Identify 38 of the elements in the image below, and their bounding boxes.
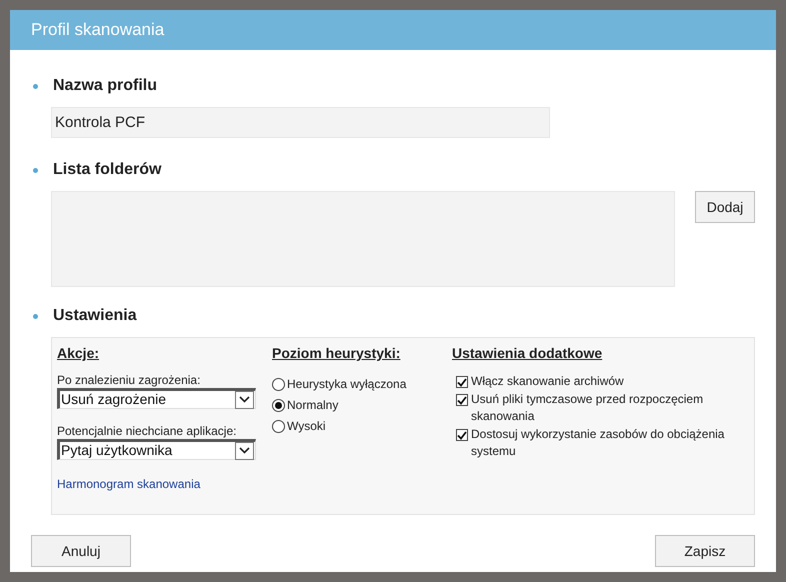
radio-option[interactable]: Heurystyka wyłączona xyxy=(272,375,406,393)
dropdown-arrow-button[interactable] xyxy=(235,390,254,408)
column-heading: Ustawienia dodatkowe xyxy=(452,344,602,363)
bullet-icon xyxy=(33,168,38,172)
checkbox-label: Dostosuj wykorzystanie zasobów do obciążenia systemu xyxy=(471,426,726,460)
checkbox-label: Usuń pliki tymczasowe przed rozpoczęciem skanowania xyxy=(471,391,704,425)
checkbox[interactable] xyxy=(456,376,468,388)
dialog-title: Profil skanowania xyxy=(31,19,164,42)
radio-button[interactable] xyxy=(272,420,285,432)
radio-option[interactable]: Wysoki xyxy=(272,417,326,435)
cancel-button[interactable]: Anuluj xyxy=(31,535,131,567)
checkmark-icon xyxy=(457,430,467,440)
radio-button[interactable] xyxy=(272,378,285,390)
chevron-down-icon xyxy=(239,447,250,454)
chevron-down-icon xyxy=(239,396,250,403)
dropdown-arrow-button[interactable] xyxy=(235,442,254,460)
save-button[interactable]: Zapisz xyxy=(655,535,755,567)
bullet-icon xyxy=(33,84,38,88)
dropdown-label: Potencjalnie niechciane aplikacje: xyxy=(57,424,238,439)
dropdown[interactable]: Pytaj użytkownika xyxy=(57,439,256,460)
checkbox[interactable] xyxy=(456,394,468,406)
profile-name-field[interactable]: Kontrola PCF xyxy=(51,107,550,138)
column-heading: Akcje: xyxy=(57,344,100,363)
dropdown-value: Usuń zagrożenie xyxy=(60,390,166,409)
schedule-link[interactable]: Harmonogram skanowania xyxy=(57,475,200,493)
radio-option[interactable]: Normalny xyxy=(272,396,338,414)
section-heading: Nazwa profilu xyxy=(53,76,158,96)
checkbox[interactable] xyxy=(456,429,468,441)
bullet-icon xyxy=(33,314,38,318)
checkbox-label: Włącz skanowanie archiwów xyxy=(471,373,624,390)
dropdown-value: Pytaj użytkownika xyxy=(60,441,172,460)
add-button[interactable]: Dodaj xyxy=(695,191,755,223)
section-heading: Lista folderów xyxy=(53,160,162,180)
radio-button[interactable] xyxy=(272,398,285,412)
column-heading: Poziom heurystyki: xyxy=(272,344,400,363)
dropdown-label: Po znalezieniu zagrożenia: xyxy=(57,373,202,388)
dropdown[interactable]: Usuń zagrożenie xyxy=(57,388,256,409)
section-heading: Ustawienia xyxy=(53,306,137,326)
